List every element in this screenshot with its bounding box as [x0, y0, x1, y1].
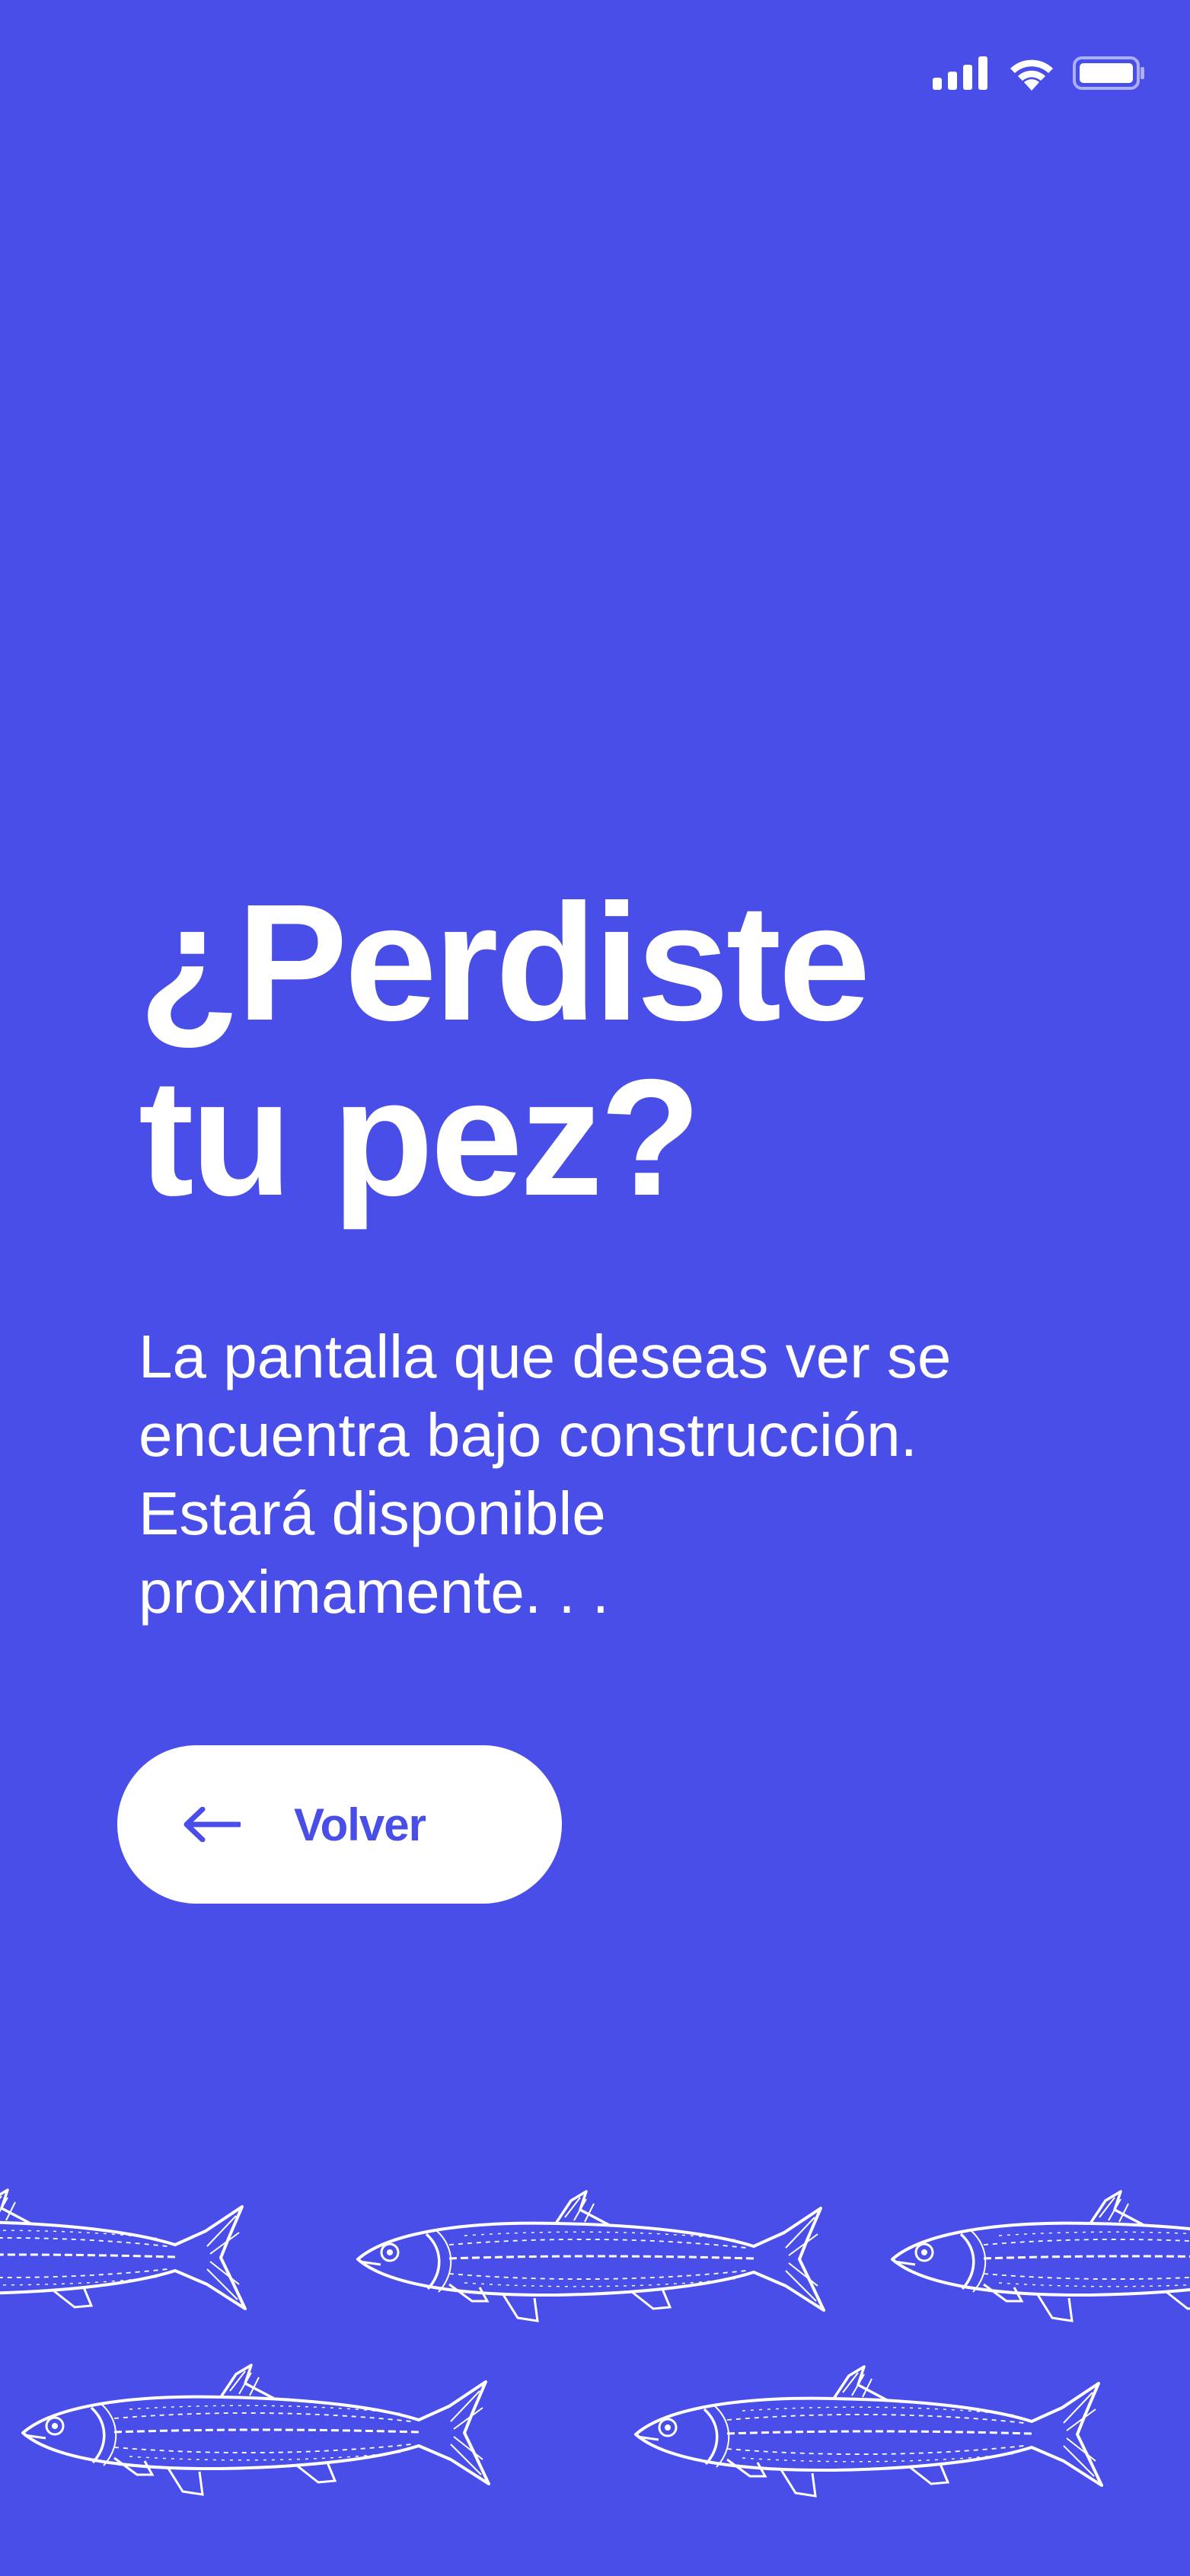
- wifi-icon: [1010, 59, 1053, 91]
- status-bar: [933, 50, 1146, 96]
- message-line: La pantalla que deseas ver se: [139, 1323, 952, 1390]
- under-construction-screen: ¿Perdiste tu pez? La pantalla que deseas…: [0, 0, 1190, 2576]
- arrow-left-icon: [183, 1807, 241, 1842]
- message-line: encuentra bajo construcción.: [139, 1401, 917, 1469]
- fish-illustration: [0, 2178, 1190, 2576]
- battery-icon: [1073, 56, 1144, 90]
- message-line: Estará disponible: [139, 1480, 606, 1547]
- back-button-label: Volver: [294, 1799, 426, 1850]
- construction-message: La pantalla que deseas ver se encuentra …: [139, 1317, 1083, 1631]
- back-button[interactable]: Volver: [117, 1745, 562, 1904]
- fish-illustration-icon: [0, 2188, 1190, 2498]
- cellular-signal-icon: [933, 56, 987, 90]
- page-title-line-2: tu pez?: [139, 1045, 701, 1231]
- page-title-line-1: ¿Perdiste: [139, 870, 870, 1055]
- message-line: proximamente. . .: [139, 1558, 610, 1626]
- page-title: ¿Perdiste tu pez?: [139, 876, 1128, 1226]
